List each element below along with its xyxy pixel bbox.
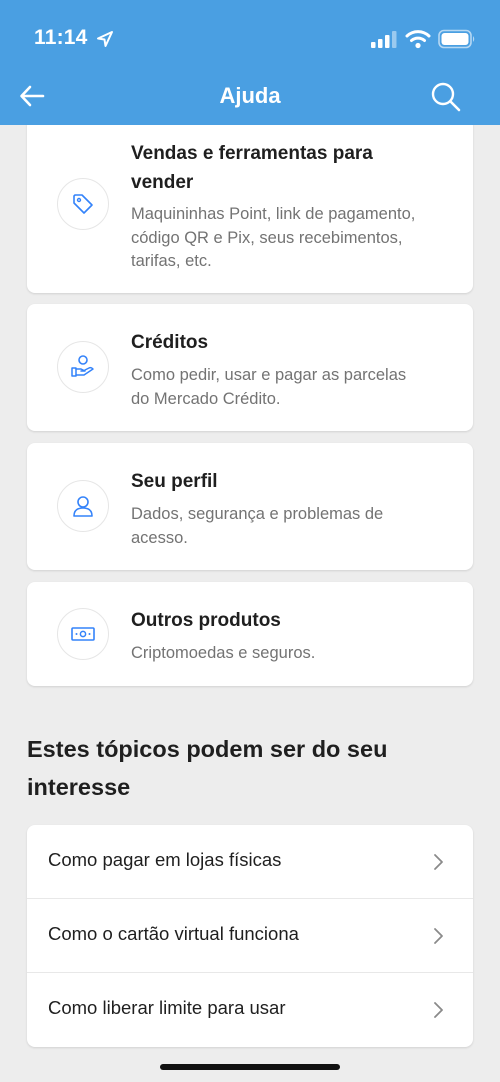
chevron-right-icon — [434, 1002, 443, 1018]
battery-icon — [438, 29, 475, 49]
topic-label: Como liberar limite para usar — [48, 997, 286, 1018]
chevron-right-icon — [434, 928, 443, 944]
topic-label: Como o cartão virtual funciona — [48, 923, 299, 944]
tag-icon-wrapper — [57, 178, 109, 230]
card-description: Como pedir, usar e pagar as parcelas do … — [131, 366, 407, 408]
chevron-right-icon — [434, 854, 443, 870]
help-category-credits[interactable]: Créditos Como pedir, usar e pagar as par… — [27, 304, 473, 431]
card-description: Dados, segurança e problemas de acesso. — [131, 505, 384, 547]
user-icon — [73, 496, 93, 517]
banknote-icon-wrapper — [57, 608, 109, 660]
card-title: Seu perfil — [131, 471, 218, 492]
list-item[interactable]: Como o cartão virtual funciona — [27, 899, 473, 973]
status-time: 11:14 — [34, 26, 88, 49]
home-indicator[interactable] — [160, 1064, 340, 1070]
tag-icon — [73, 194, 93, 214]
app-header: 11:14 Ajuda — [0, 0, 500, 125]
card-description: Maquininhas Point, link de pagamento, có… — [131, 205, 416, 270]
list-item[interactable]: Como liberar limite para usar — [27, 973, 473, 1047]
card-title: Créditos — [131, 332, 209, 353]
hand-coin-icon — [71, 355, 94, 377]
help-category-sales[interactable]: Vendas e ferramentas para vender Maquini… — [27, 118, 473, 293]
banknote-icon — [71, 627, 95, 641]
help-screen: 11:14 Ajuda Vendas e ferramentas para ve… — [0, 0, 500, 1082]
page-title: Ajuda — [219, 83, 281, 108]
card-title: Outros produtos — [131, 610, 281, 631]
topics-heading: Estes tópicos podem ser do seu interesse — [27, 736, 388, 800]
topics-list: Como pagar em lojas físicas Como o cartã… — [27, 825, 473, 1047]
help-category-other-products[interactable]: Outros produtos Criptomoedas e seguros. — [27, 582, 473, 686]
user-icon-wrapper — [57, 480, 109, 532]
location-arrow-icon — [97, 31, 113, 47]
search-icon[interactable] — [430, 81, 462, 113]
help-category-profile[interactable]: Seu perfil Dados, segurança e problemas … — [27, 443, 473, 570]
list-item[interactable]: Como pagar em lojas físicas — [27, 825, 473, 899]
cellular-signal-icon — [371, 31, 397, 48]
card-title: Vendas e ferramentas para vender — [131, 143, 373, 193]
card-description: Criptomoedas e seguros. — [131, 644, 316, 662]
hand-coin-icon-wrapper — [57, 341, 109, 393]
topic-label: Como pagar em lojas físicas — [48, 849, 282, 870]
status-bar: 11:14 — [0, 0, 500, 80]
wifi-icon — [405, 30, 431, 49]
